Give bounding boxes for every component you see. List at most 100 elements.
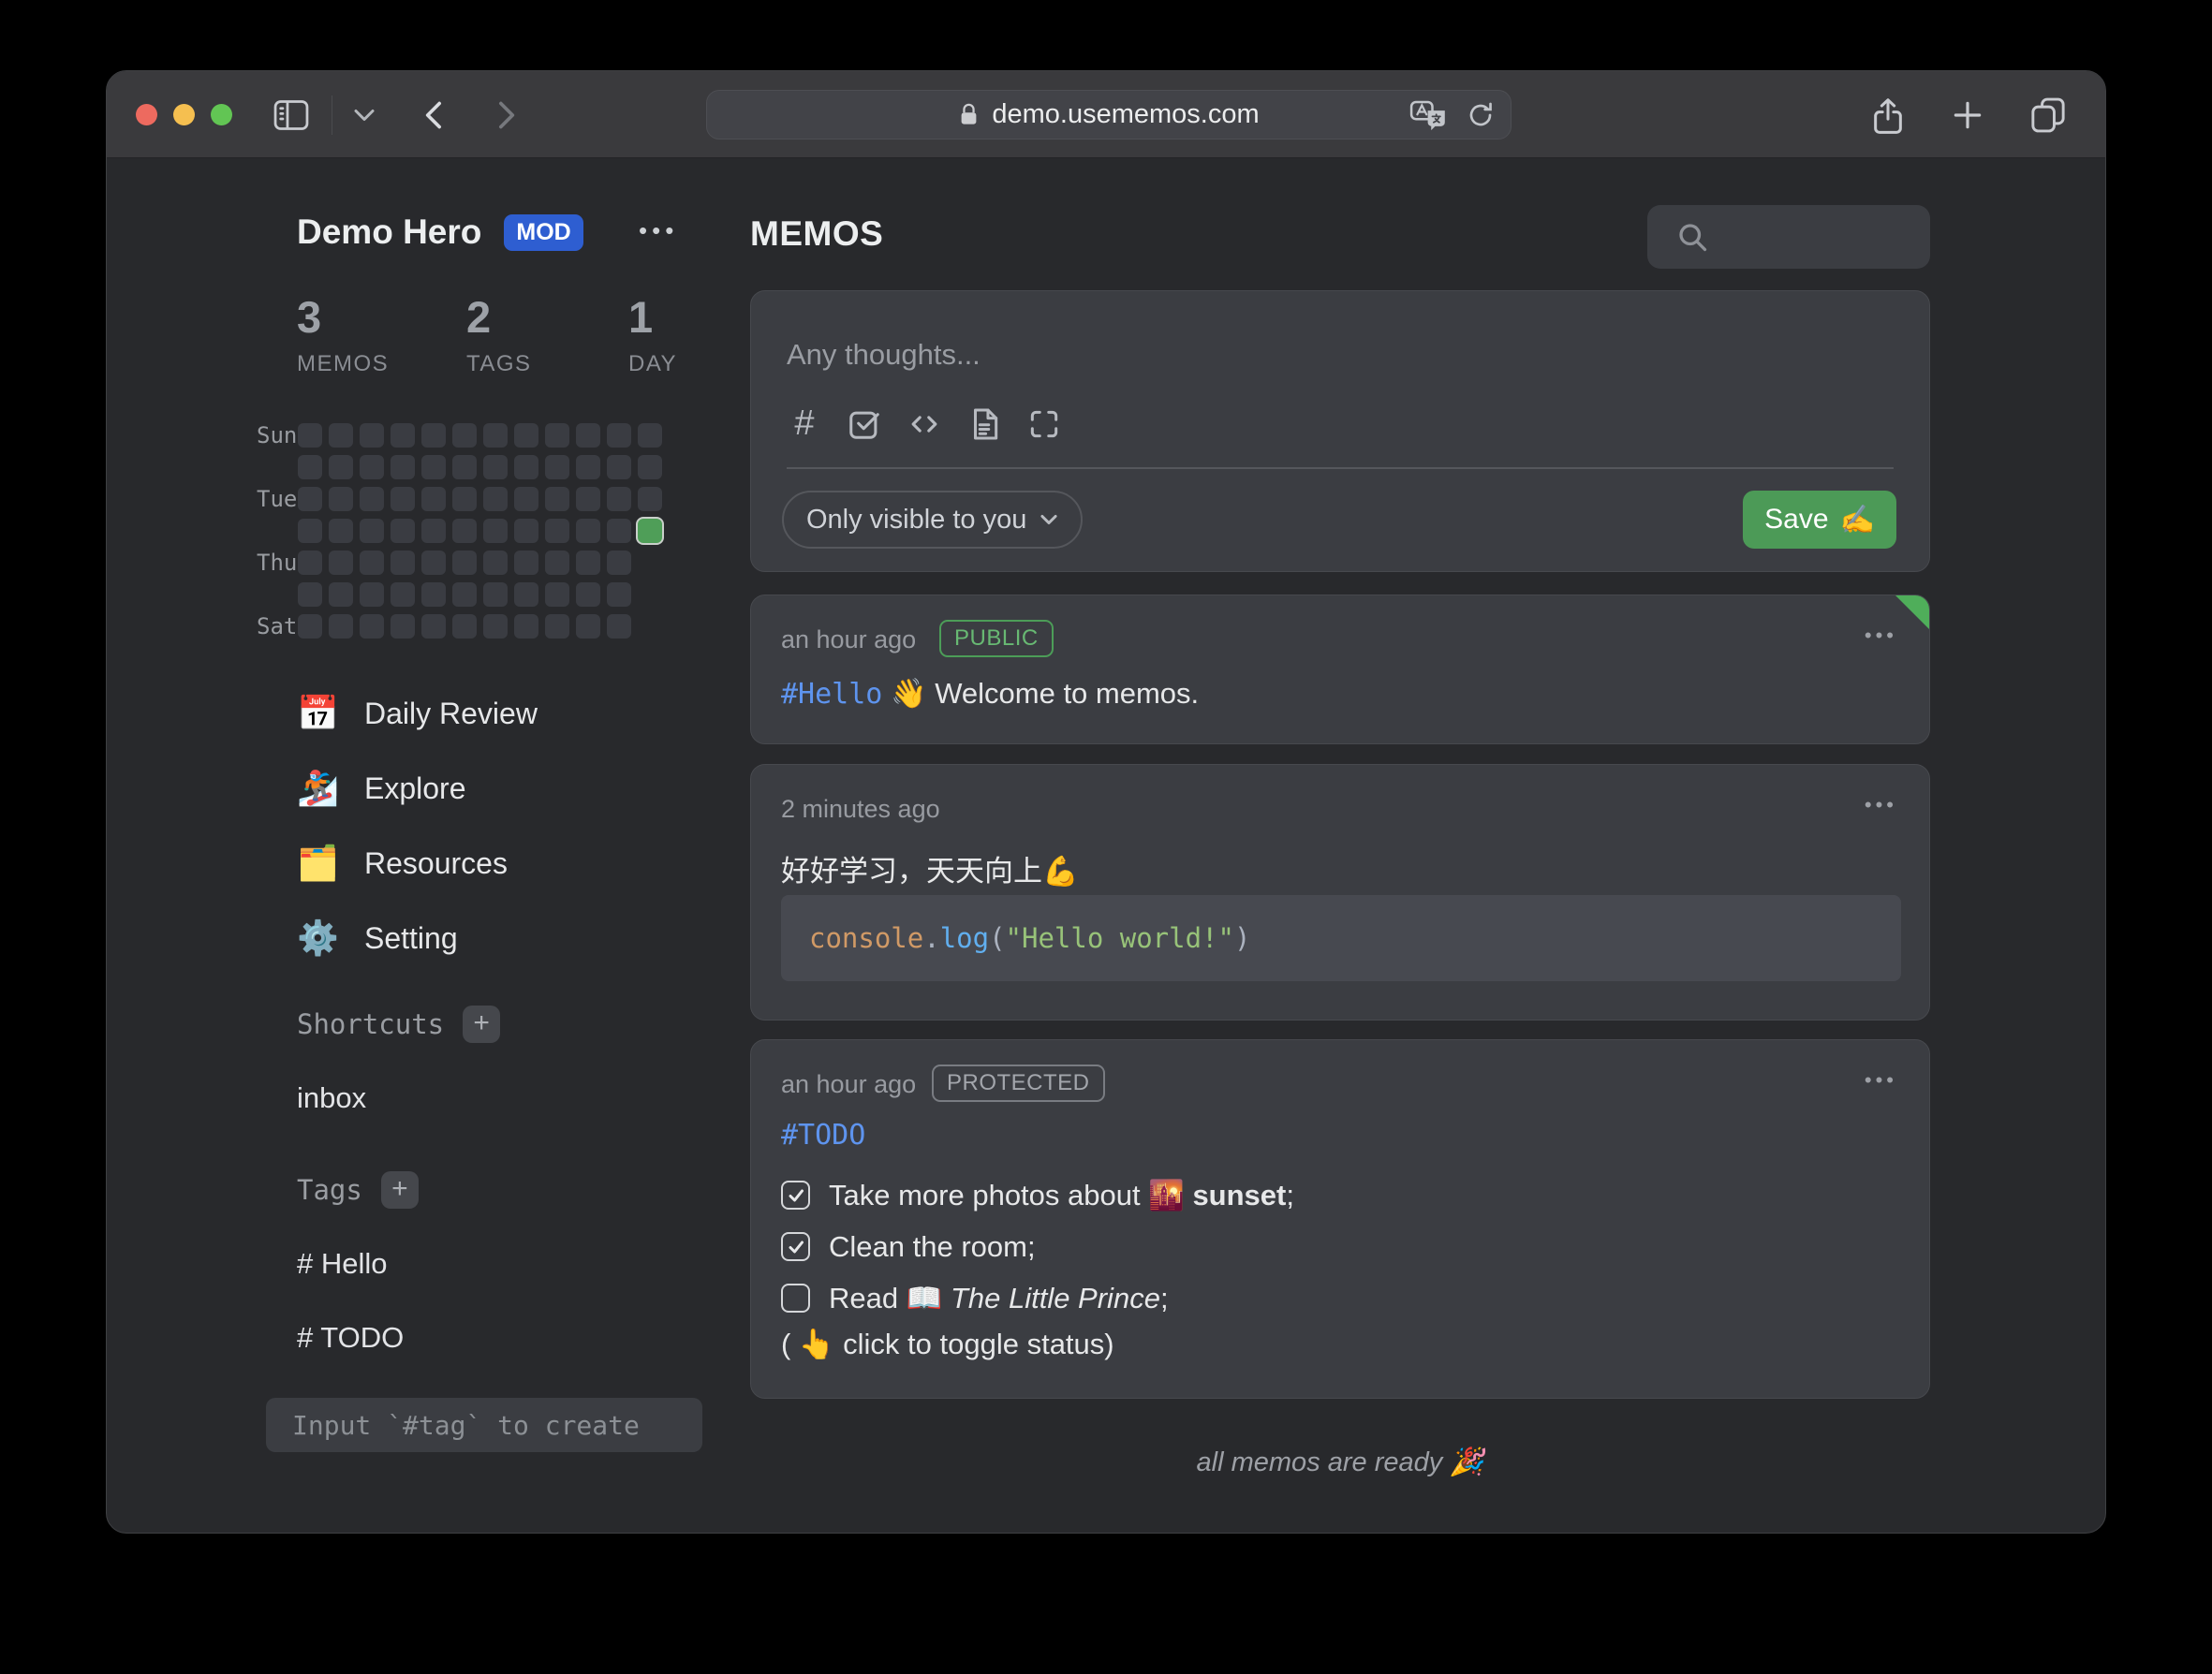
address-bar[interactable]: demo.usememos.com	[706, 90, 1512, 140]
sidebar-toggle-icon[interactable]	[272, 96, 311, 134]
heatmap-cell[interactable]	[638, 455, 662, 479]
heatmap-cell[interactable]	[391, 487, 415, 511]
share-icon[interactable]	[1869, 95, 1907, 136]
heatmap-cell[interactable]	[452, 582, 477, 607]
heatmap-cell[interactable]	[483, 582, 508, 607]
heatmap-cell[interactable]	[576, 487, 600, 511]
heatmap-cell[interactable]	[421, 455, 446, 479]
memo-more-icon[interactable]: •••	[1865, 1068, 1897, 1093]
heatmap-cell[interactable]	[360, 614, 384, 639]
heatmap-cell[interactable]	[298, 614, 322, 639]
close-window-button[interactable]	[136, 104, 157, 125]
search-box[interactable]	[1647, 205, 1930, 269]
memo-editor-input[interactable]: Any thoughts...	[787, 338, 981, 372]
heatmap-cell[interactable]	[452, 614, 477, 639]
heatmap-cell[interactable]	[545, 582, 569, 607]
heatmap-cell[interactable]	[514, 551, 538, 575]
heatmap-cell[interactable]	[576, 423, 600, 448]
add-code-icon[interactable]	[907, 406, 942, 442]
heatmap-cell[interactable]	[483, 614, 508, 639]
heatmap-cell[interactable]	[360, 487, 384, 511]
heatmap-cell[interactable]	[329, 614, 353, 639]
fullscreen-icon[interactable]	[1026, 406, 1062, 442]
heatmap-cell[interactable]	[360, 423, 384, 448]
heatmap-cell[interactable]	[514, 487, 538, 511]
heatmap-cell[interactable]	[329, 423, 353, 448]
heatmap-cell[interactable]	[391, 519, 415, 543]
heatmap-cell[interactable]	[329, 455, 353, 479]
heatmap-cell[interactable]	[452, 455, 477, 479]
heatmap-cell[interactable]	[360, 582, 384, 607]
back-button[interactable]	[417, 96, 454, 134]
heatmap-cell[interactable]	[391, 582, 415, 607]
add-checkbox-icon[interactable]	[847, 406, 882, 442]
heatmap-cell[interactable]	[576, 455, 600, 479]
heatmap-cell[interactable]	[391, 455, 415, 479]
heatmap-cell[interactable]	[607, 487, 631, 511]
heatmap-cell[interactable]	[576, 519, 600, 543]
heatmap-cell[interactable]	[545, 551, 569, 575]
heatmap-cell[interactable]	[452, 519, 477, 543]
sidebar-item-resources[interactable]: 🗂️ Resources	[297, 826, 538, 901]
heatmap-cell[interactable]	[638, 423, 662, 448]
memo-more-icon[interactable]: •••	[1865, 624, 1897, 648]
heatmap-cell[interactable]	[421, 582, 446, 607]
heatmap-cell[interactable]	[360, 551, 384, 575]
heatmap-cell[interactable]	[576, 614, 600, 639]
memo-more-icon[interactable]: •••	[1865, 793, 1897, 817]
heatmap-cell[interactable]	[298, 455, 322, 479]
add-file-icon[interactable]	[966, 406, 1002, 442]
heatmap-cell[interactable]	[514, 455, 538, 479]
heatmap-cell[interactable]	[329, 487, 353, 511]
heatmap-cell[interactable]	[360, 519, 384, 543]
heatmap-cell[interactable]	[607, 614, 631, 639]
heatmap-cell[interactable]	[576, 551, 600, 575]
heatmap-cell[interactable]	[452, 487, 477, 511]
sidebar-item-explore[interactable]: 🏂 Explore	[297, 751, 538, 826]
zoom-window-button[interactable]	[211, 104, 232, 125]
heatmap-cell[interactable]	[545, 455, 569, 479]
heatmap-cell[interactable]	[452, 423, 477, 448]
add-tag-icon[interactable]: #	[787, 404, 822, 444]
checkbox-checked[interactable]	[781, 1181, 810, 1210]
heatmap-cell[interactable]	[483, 455, 508, 479]
heatmap-cell[interactable]	[607, 519, 631, 543]
add-shortcut-button[interactable]: +	[463, 1006, 500, 1043]
heatmap-cell[interactable]	[329, 519, 353, 543]
heatmap-cell[interactable]	[391, 423, 415, 448]
heatmap-cell[interactable]	[514, 614, 538, 639]
new-tab-icon[interactable]	[1950, 97, 1985, 133]
heatmap-cell[interactable]	[298, 423, 322, 448]
heatmap-cell[interactable]	[607, 582, 631, 607]
heatmap-cell[interactable]	[298, 551, 322, 575]
heatmap-cell[interactable]	[545, 614, 569, 639]
heatmap-cell[interactable]	[298, 487, 322, 511]
heatmap-cell[interactable]	[483, 423, 508, 448]
heatmap-cell[interactable]	[483, 519, 508, 543]
heatmap-cell[interactable]	[421, 551, 446, 575]
forward-button[interactable]	[486, 96, 524, 134]
heatmap-cell[interactable]	[607, 423, 631, 448]
search-input[interactable]	[1722, 222, 1928, 252]
heatmap-cell[interactable]	[329, 582, 353, 607]
reload-icon[interactable]	[1466, 100, 1496, 130]
memo-tag-link[interactable]: #Hello	[781, 678, 882, 711]
translate-icon[interactable]	[1409, 98, 1449, 132]
sidebar-item-setting[interactable]: ⚙️ Setting	[297, 901, 538, 976]
heatmap-cell[interactable]	[514, 582, 538, 607]
heatmap-cell[interactable]	[545, 519, 569, 543]
heatmap-cell[interactable]	[483, 551, 508, 575]
add-tag-button[interactable]: +	[381, 1171, 419, 1209]
heatmap-cell[interactable]	[421, 519, 446, 543]
heatmap-cell[interactable]	[391, 614, 415, 639]
memo-tag-link[interactable]: #TODO	[781, 1119, 865, 1152]
tab-overview-icon[interactable]	[2028, 95, 2068, 135]
heatmap-cell[interactable]	[452, 551, 477, 575]
minimize-window-button[interactable]	[173, 104, 195, 125]
heatmap-cell[interactable]	[298, 519, 322, 543]
user-menu[interactable]: Demo Hero MOD	[297, 213, 583, 252]
heatmap-cell[interactable]	[298, 582, 322, 607]
heatmap-cell[interactable]	[514, 423, 538, 448]
checkbox-unchecked[interactable]	[781, 1284, 810, 1313]
save-button[interactable]: Save ✍️	[1743, 491, 1896, 549]
